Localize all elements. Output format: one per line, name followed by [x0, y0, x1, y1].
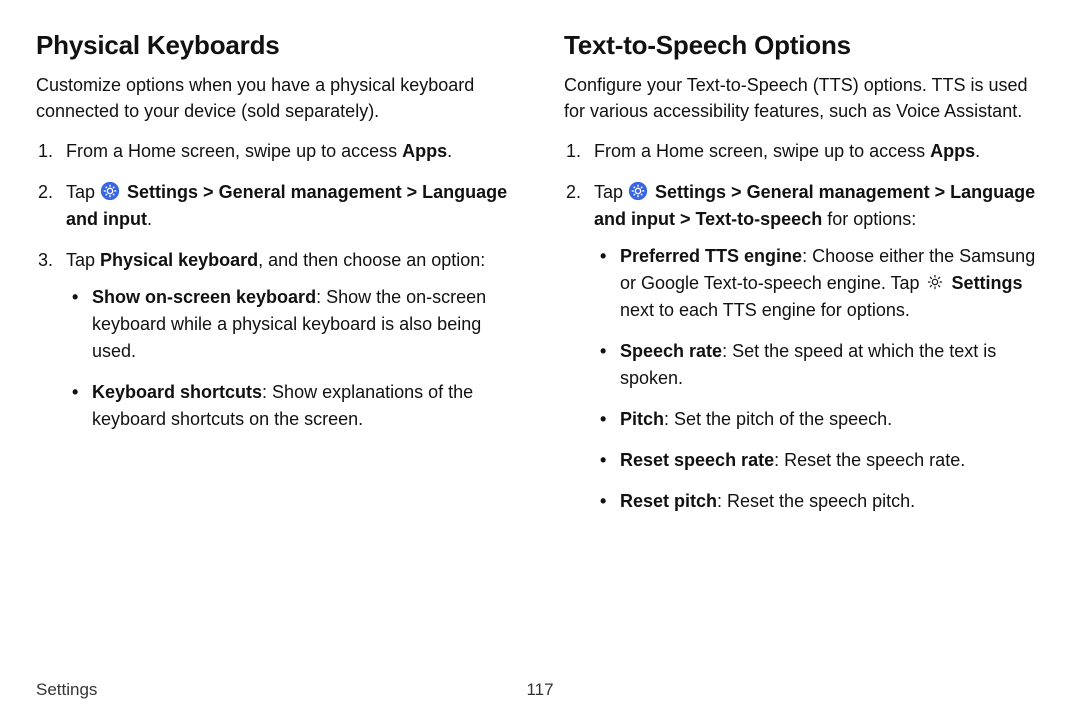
tts-step-2-post: for options: — [822, 209, 916, 229]
tts-step-2: Tap Settings > General management > Lang… — [564, 179, 1044, 515]
pk-step-1-post: . — [447, 141, 452, 161]
pk-step-3-pre: Tap — [66, 250, 100, 270]
footer-page-number: 117 — [526, 680, 553, 700]
physical-keyboards-heading: Physical Keyboards — [36, 30, 516, 61]
page-footer: Settings 117 — [36, 680, 1044, 700]
pk-step-3-post: , and then choose an option: — [258, 250, 485, 270]
two-column-layout: Physical Keyboards Customize options whe… — [36, 30, 1044, 529]
tts-option-3: Pitch: Set the pitch of the speech. — [594, 406, 1044, 433]
pk-options-list: Show on-screen keyboard: Show the on-scr… — [66, 284, 516, 433]
tts-step-2-pre: Tap — [594, 182, 628, 202]
sep: > — [930, 182, 951, 202]
apps-label: Apps — [402, 141, 447, 161]
pk-step-1: From a Home screen, swipe up to access A… — [36, 138, 516, 165]
settings-label: Settings — [122, 182, 198, 202]
tts-option-1-text-b: next to each TTS engine for options. — [620, 300, 910, 320]
tts-option-5-text: : Reset the speech pitch. — [717, 491, 915, 511]
settings-gear-icon — [100, 181, 120, 201]
speech-rate-label: Speech rate — [620, 341, 722, 361]
pk-step-1-pre: From a Home screen, swipe up to access — [66, 141, 402, 161]
keyboard-shortcuts-label: Keyboard shortcuts — [92, 382, 262, 402]
pk-step-2-pre: Tap — [66, 182, 100, 202]
apps-label: Apps — [930, 141, 975, 161]
physical-keyboard-label: Physical keyboard — [100, 250, 258, 270]
show-onscreen-keyboard-label: Show on-screen keyboard — [92, 287, 316, 307]
tts-options-steps: From a Home screen, swipe up to access A… — [564, 138, 1044, 515]
settings-label: Settings — [947, 273, 1023, 293]
tts-options-intro: Configure your Text-to-Speech (TTS) opti… — [564, 73, 1044, 124]
physical-keyboards-section: Physical Keyboards Customize options whe… — [36, 30, 516, 529]
general-management-label: General management — [747, 182, 930, 202]
tts-step-1-post: . — [975, 141, 980, 161]
tts-options-section: Text-to-Speech Options Configure your Te… — [564, 30, 1044, 529]
physical-keyboards-intro: Customize options when you have a physic… — [36, 73, 516, 124]
pk-step-3: Tap Physical keyboard, and then choose a… — [36, 247, 516, 433]
sep: > — [675, 209, 696, 229]
general-management-label: General management — [219, 182, 402, 202]
reset-speech-rate-label: Reset speech rate — [620, 450, 774, 470]
settings-label: Settings — [650, 182, 726, 202]
tts-option-5: Reset pitch: Reset the speech pitch. — [594, 488, 1044, 515]
tts-options-list: Preferred TTS engine: Choose either the … — [594, 243, 1044, 515]
sep: > — [726, 182, 747, 202]
sep: > — [198, 182, 219, 202]
pk-step-2-post: . — [147, 209, 152, 229]
sep: > — [402, 182, 423, 202]
tts-option-4: Reset speech rate: Reset the speech rate… — [594, 447, 1044, 474]
text-to-speech-label: Text-to-speech — [696, 209, 823, 229]
tts-option-3-text: : Set the pitch of the speech. — [664, 409, 892, 429]
physical-keyboards-steps: From a Home screen, swipe up to access A… — [36, 138, 516, 433]
pk-option-1: Show on-screen keyboard: Show the on-scr… — [66, 284, 516, 365]
reset-pitch-label: Reset pitch — [620, 491, 717, 511]
settings-gear-icon — [628, 181, 648, 201]
tts-step-1-pre: From a Home screen, swipe up to access — [594, 141, 930, 161]
pk-option-2: Keyboard shortcuts: Show explanations of… — [66, 379, 516, 433]
tts-option-4-text: : Reset the speech rate. — [774, 450, 965, 470]
tts-option-2: Speech rate: Set the speed at which the … — [594, 338, 1044, 392]
tts-option-1: Preferred TTS engine: Choose either the … — [594, 243, 1044, 324]
settings-gear-outline-icon — [925, 272, 945, 292]
pk-step-2: Tap Settings > General management > Lang… — [36, 179, 516, 233]
preferred-tts-engine-label: Preferred TTS engine — [620, 246, 802, 266]
footer-section-label: Settings — [36, 680, 97, 700]
tts-options-heading: Text-to-Speech Options — [564, 30, 1044, 61]
pitch-label: Pitch — [620, 409, 664, 429]
tts-step-1: From a Home screen, swipe up to access A… — [564, 138, 1044, 165]
